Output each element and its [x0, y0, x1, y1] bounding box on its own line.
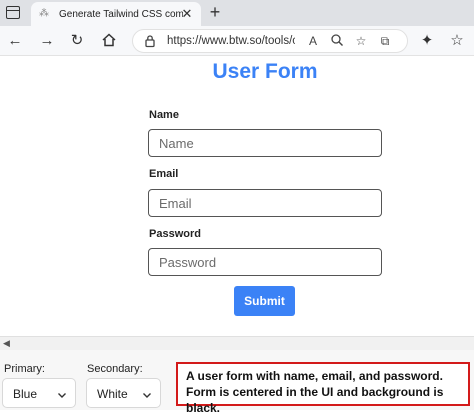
submit-button[interactable]: Submit	[234, 286, 295, 316]
name-label: Name	[149, 109, 179, 121]
url-text: https://www.btw.so/tools/chat-gp	[167, 35, 295, 47]
lock-icon[interactable]	[143, 34, 157, 48]
secondary-label: Secondary:	[87, 363, 143, 375]
back-arrow-icon[interactable]: ←	[6, 32, 24, 50]
favorites-icon[interactable]: ☆	[448, 32, 466, 50]
horizontal-scrollbar[interactable]: ◀	[0, 336, 474, 350]
navigation-bar: ← → ↻ https://www.btw.so/tools/chat-gp A…	[0, 26, 474, 56]
loading-icon: ⁂	[39, 8, 49, 19]
email-field[interactable]	[148, 189, 382, 217]
window-menu-icon[interactable]	[6, 6, 20, 19]
zoom-icon[interactable]	[329, 33, 345, 49]
favorite-star-icon[interactable]: ☆	[353, 33, 369, 49]
browser-tab[interactable]: ⁂ Generate Tailwind CSS componen ✕	[31, 2, 201, 26]
scroll-left-icon[interactable]: ◀	[3, 338, 10, 349]
secondary-color-select[interactable]: White	[86, 378, 161, 408]
primary-value: Blue	[13, 387, 38, 401]
extensions-icon[interactable]: ✦	[418, 32, 436, 50]
name-field[interactable]	[148, 129, 382, 157]
secondary-value: White	[97, 387, 128, 401]
close-tab-icon[interactable]: ✕	[180, 7, 194, 21]
new-tab-icon[interactable]: +	[206, 3, 224, 21]
read-aloud-icon[interactable]: A	[305, 33, 321, 49]
home-icon[interactable]	[100, 32, 118, 50]
primary-label: Primary:	[4, 363, 45, 375]
tab-actions-icon[interactable]: ⧉	[377, 33, 393, 49]
address-bar[interactable]: https://www.btw.so/tools/chat-gp A ☆ ⧉	[132, 29, 408, 53]
primary-color-select[interactable]: Blue	[2, 378, 76, 408]
tab-title: Generate Tailwind CSS componen	[59, 8, 183, 20]
forward-arrow-icon[interactable]: →	[38, 32, 56, 50]
prompt-description: A user form with name, email, and passwo…	[176, 362, 470, 415]
refresh-icon[interactable]: ↻	[68, 32, 86, 50]
chevron-down-icon	[57, 389, 67, 399]
page-title: User Form	[212, 60, 318, 83]
password-field[interactable]	[148, 248, 382, 276]
email-label: Email	[149, 168, 179, 180]
chevron-down-icon	[142, 389, 152, 399]
tab-bar: ⁂ Generate Tailwind CSS componen ✕ +	[0, 0, 474, 26]
password-label: Password	[149, 228, 201, 240]
